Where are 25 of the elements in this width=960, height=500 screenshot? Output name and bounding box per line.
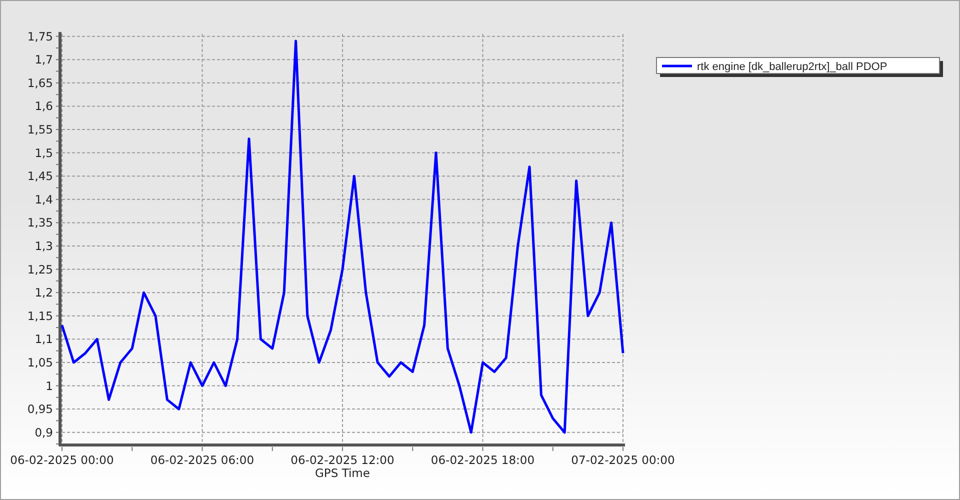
y-tick-label: 1,65 <box>27 76 53 90</box>
y-tick-label: 1,45 <box>27 169 53 184</box>
y-tick-label: 1,05 <box>27 355 53 370</box>
legend-label: rtk engine [dk_ballerup2rtx]_ball PDOP <box>697 61 888 73</box>
y-tick-label: 1,25 <box>27 262 53 276</box>
x-tick-label: 06-02-2025 12:00 <box>290 453 394 467</box>
y-tick-label: 1,6 <box>34 99 53 114</box>
x-tick-label: 07-02-2025 00:00 <box>571 453 675 467</box>
y-tick-label: 1,5 <box>34 146 53 160</box>
y-tick-label: 1,35 <box>27 216 53 230</box>
y-tick-label: 1,1 <box>34 332 53 346</box>
x-tick-label: 06-02-2025 06:00 <box>150 453 254 467</box>
y-tick-label: 0,9 <box>34 425 53 440</box>
x-tick-label: 06-02-2025 18:00 <box>430 453 535 467</box>
x-tick-label: 06-02-2025 00:00 <box>10 453 114 467</box>
y-tick-label: 1 <box>46 378 53 393</box>
y-tick-label: 1,55 <box>27 122 53 136</box>
y-tick-label: 0,95 <box>27 402 53 416</box>
y-tick-label: 1,15 <box>27 308 53 323</box>
x-axis-title: GPS Time <box>315 466 370 480</box>
y-tick-label: 1,3 <box>34 239 53 253</box>
y-tick-label: 1,7 <box>34 52 53 67</box>
y-tick-label: 1,2 <box>34 286 53 300</box>
y-tick-label: 1,75 <box>27 29 53 44</box>
y-tick-label: 1,4 <box>34 192 53 206</box>
